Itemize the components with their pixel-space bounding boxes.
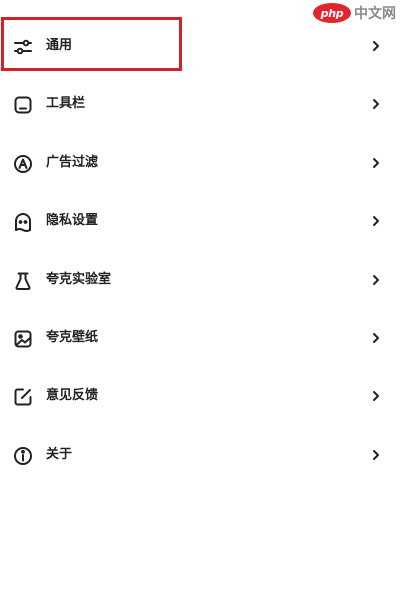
flask-icon <box>12 270 34 292</box>
chevron-right-icon <box>370 273 382 287</box>
chevron-right-icon <box>370 448 382 462</box>
menu-item-label: 通用 <box>46 38 73 53</box>
menu-item-label: 广告过滤 <box>46 154 99 170</box>
menu-item-adblock[interactable]: 广告过滤 <box>0 134 400 192</box>
chevron-right-icon <box>370 39 382 53</box>
toolbar-icon <box>12 94 34 116</box>
adblock-icon <box>12 153 34 175</box>
menu-item-label: 意见反馈 <box>46 388 99 404</box>
menu-item-privacy[interactable]: 隐私设置 <box>0 192 400 250</box>
menu-item-label: 关于 <box>46 446 73 462</box>
image-icon <box>12 328 34 350</box>
menu-item-feedback[interactable]: 意见反馈 <box>0 367 400 425</box>
sliders-icon <box>12 36 34 58</box>
menu-item-label: 隐私设置 <box>46 213 99 229</box>
ghost-icon <box>12 211 34 233</box>
menu-item-wallpaper[interactable]: 夸克壁纸 <box>0 309 400 367</box>
chevron-right-icon <box>370 331 382 345</box>
chevron-right-icon <box>370 156 382 170</box>
chevron-right-icon <box>370 214 382 228</box>
menu-item-label: 夸克壁纸 <box>46 329 99 345</box>
menu-item-about[interactable]: 关于 <box>0 426 400 484</box>
menu-item-label: 工具栏 <box>46 96 86 112</box>
menu-item-toolbar[interactable]: 工具栏 <box>0 75 400 133</box>
info-icon <box>12 445 34 467</box>
menu-item-lab[interactable]: 夸克实验室 <box>0 251 400 309</box>
settings-menu: 通用 工具栏 广告过滤 隐私设置 夸克实验室 夸克壁纸 意见反馈 关于 <box>0 17 400 484</box>
menu-item-label: 夸克实验室 <box>46 271 112 287</box>
edit-icon <box>12 386 34 408</box>
chevron-right-icon <box>370 389 382 403</box>
menu-item-general[interactable]: 通用 <box>0 17 400 75</box>
chevron-right-icon <box>370 97 382 111</box>
